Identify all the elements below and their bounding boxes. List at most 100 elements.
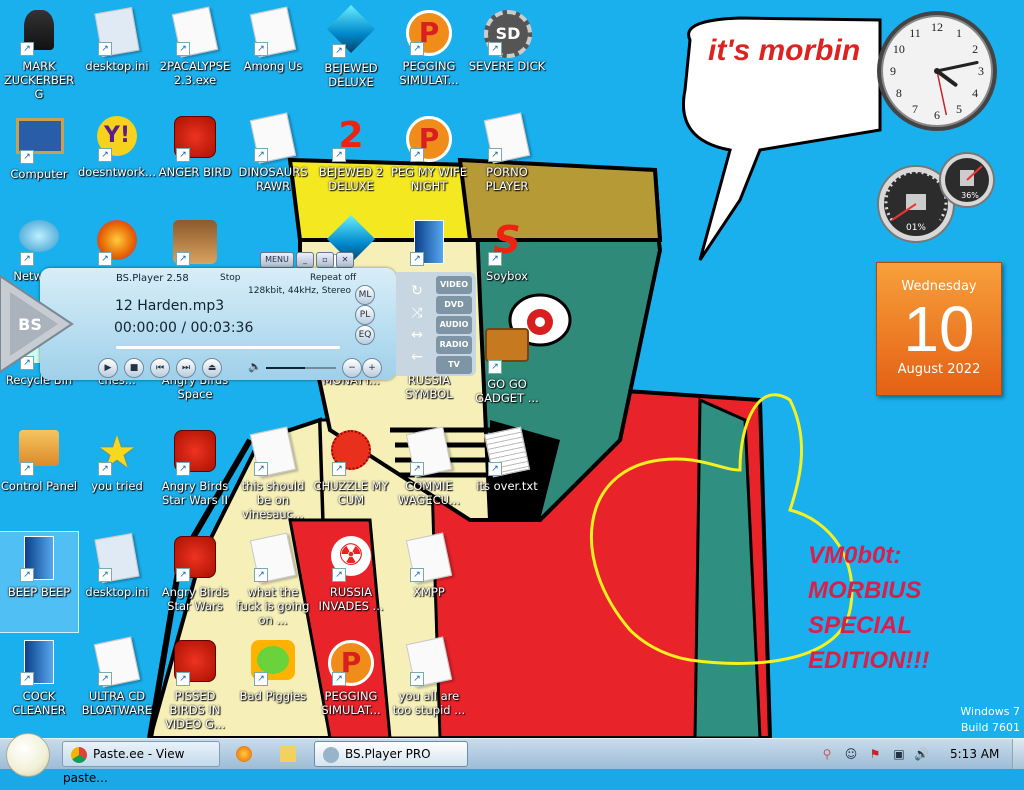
desktop-icon[interactable]: P ↗ PEG MY WIFE NIGHT	[390, 112, 468, 212]
desktop-icon[interactable]: ↗ you all are too stupid ...	[390, 636, 468, 736]
cpu-meter-gadget[interactable]: 01% 36%	[872, 148, 1002, 244]
restore-button[interactable]: ▫	[316, 252, 334, 268]
speaker-icon[interactable]: 🔈	[248, 360, 262, 373]
desktop-icon[interactable]: ★ ↗ you tried	[78, 426, 156, 526]
desktop-icon[interactable]: ☢ ↗ RUSSIA INVADES ...	[312, 532, 390, 632]
shuffle-icon[interactable]: ⤨	[404, 304, 430, 322]
volume-icon[interactable]: 🔊	[914, 747, 929, 761]
desktop-icon-label: PISSED BIRDS IN VIDEO G...	[165, 689, 225, 731]
desktop-icon[interactable]: ↗ Bad Piggies	[234, 636, 312, 736]
clock-gadget[interactable]: 1234567891011 12	[874, 8, 1000, 134]
desktop-icon[interactable]: ↗ XMPP	[390, 532, 468, 632]
bsplayer-logo: BS	[0, 274, 74, 374]
desktop-icon[interactable]: ↗ COCK CLEANER	[0, 636, 78, 736]
tab-radio[interactable]: RADIO	[436, 336, 472, 354]
caption-line: SPECIAL	[808, 612, 913, 639]
shortcut-arrow-icon: ↗	[410, 462, 424, 476]
close-button[interactable]: ✕	[336, 252, 354, 268]
media-library-button[interactable]: ML	[355, 285, 375, 305]
calendar-gadget[interactable]: Wednesday 10 August 2022	[876, 262, 1002, 396]
desktop-icon-label: Bad Piggies	[239, 689, 307, 703]
desktop-icon[interactable]: ↗ PISSED BIRDS IN VIDEO G...	[156, 636, 234, 736]
desktop-icon[interactable]: ↗ Among Us	[234, 6, 312, 106]
bsplayer-icon	[323, 746, 339, 763]
desktop-icon[interactable]: ↗ desktop.ini	[78, 532, 156, 632]
desktop-icon[interactable]: ↗ Computer	[0, 112, 78, 212]
minimize-button[interactable]: _	[296, 252, 314, 268]
desktop-icon[interactable]: ↗ what the fuck is going on ...	[234, 532, 312, 632]
desktop-icon[interactable]: P ↗ PEGGING SIMULAT...	[312, 636, 390, 736]
taskbar-item-firefox[interactable]	[228, 741, 258, 765]
desktop-icon[interactable]: ↗ Angry Birds Star Wars II	[156, 426, 234, 526]
desktop-icon[interactable]: ↗ its over.txt	[468, 426, 546, 526]
shortcut-arrow-icon: ↗	[488, 42, 502, 56]
desktop-icon-label: what the fuck is going on ...	[236, 585, 310, 627]
desktop-icon[interactable]: ↗ PORNO PLAYER	[468, 112, 546, 212]
repeat-icon[interactable]: ↻	[404, 282, 430, 300]
desktop-icon[interactable]: ↗ CHUZZLE MY CUM	[312, 426, 390, 526]
seek-bar[interactable]	[116, 346, 340, 349]
bsplayer-titlebar[interactable]: MENU _ ▫ ✕	[260, 252, 378, 268]
bsplayer-menu-button[interactable]: MENU	[260, 252, 294, 268]
desktop-icon-label: 2PACALYPSE 2.3.exe	[159, 59, 231, 87]
back-icon[interactable]: ←	[404, 348, 430, 366]
taskbar-item-bsplayer[interactable]: BS.Player PRO	[314, 741, 468, 767]
play-button[interactable]: ▶	[98, 358, 118, 378]
desktop-icon[interactable]: ↗ desktop.ini	[78, 6, 156, 106]
taskbar-item-explorer[interactable]	[272, 741, 302, 765]
desktop-icon[interactable]: ↗ COMMIE WAGECU...	[390, 426, 468, 526]
volume-slider[interactable]	[266, 367, 336, 369]
desktop-icon[interactable]: ↗ MARK ZUCKERBERG	[0, 6, 78, 106]
eject-button[interactable]: ⏏	[202, 358, 222, 378]
taskbar-item-chrome[interactable]: Paste.ee - View paste...	[62, 741, 220, 785]
desktop-icon[interactable]: ↗ Control Panel	[0, 426, 78, 526]
desktop-icon[interactable]: ↗ ULTRA CD BLOATWARE	[78, 636, 156, 736]
desktop-icon[interactable]: ↗ BEEP BEEP	[0, 531, 79, 633]
desktop-icon[interactable]: P ↗ PEGGING SIMULAT...	[390, 6, 468, 106]
desktop-icon[interactable]: ↗ Angry Birds Star Wars	[156, 532, 234, 632]
shortcut-arrow-icon: ↗	[410, 672, 424, 686]
desktop-icon[interactable]: Y! ↗ doesntwork...	[78, 112, 156, 212]
show-desktop-button[interactable]	[1012, 739, 1024, 769]
shortcut-arrow-icon: ↗	[254, 568, 268, 582]
shortcut-arrow-icon: ↗	[20, 252, 34, 266]
blank-file-icon: ↗	[405, 532, 453, 584]
desktop-icon[interactable]: S ↗ Soybox	[468, 216, 546, 316]
search-icon[interactable]: ⚲	[820, 747, 834, 761]
messenger-icon[interactable]: ☺	[844, 747, 858, 761]
start-button[interactable]	[6, 733, 50, 777]
desktop-icon[interactable]: ↗ DINOSAURS RAWR	[234, 112, 312, 212]
shortcut-arrow-icon: ↗	[488, 462, 502, 476]
clock-numeral: 3	[978, 64, 984, 78]
desktop-icon[interactable]: ↗ 2PACALYPSE 2.3.exe	[156, 6, 234, 106]
tab-video[interactable]: VIDEO	[436, 276, 472, 294]
next-button[interactable]: ⏭	[176, 358, 196, 378]
desktop-icon[interactable]: SD ↗ SEVERE DICK	[468, 6, 546, 106]
playlist-button[interactable]: PL	[355, 305, 375, 325]
windows-build: Build 7601	[960, 721, 1020, 734]
angry-bird-icon: ↗	[172, 536, 218, 582]
desktop-icon-label: ANGER BIRD	[158, 165, 232, 179]
desktop-icon[interactable]: ↗ GO GO GADGET ...	[468, 320, 546, 420]
tab-dvd[interactable]: DVD	[436, 296, 472, 314]
tab-tv[interactable]: TV	[436, 356, 472, 374]
stop-button[interactable]: ■	[124, 358, 144, 378]
taskbar-clock[interactable]: 5:13 AM	[950, 747, 999, 761]
equalizer-button[interactable]: EQ	[355, 325, 375, 345]
desktop-icon[interactable]: ↗ this should be on vinesauc...	[234, 426, 312, 526]
network-icon[interactable]: ▣	[892, 747, 906, 761]
loop-icon[interactable]: ↔	[404, 326, 430, 344]
previous-button[interactable]: ⏮	[150, 358, 170, 378]
desktop-icon-label: Angry Birds Star Wars II	[161, 479, 229, 507]
desktop-icon[interactable]: 2 ↗ BEJEWED 2 DELUXE	[312, 112, 390, 212]
desktop[interactable]: ↗ MARK ZUCKERBERG ↗ desktop.ini ↗ 2PACALYPSE …	[0, 0, 1024, 738]
desktop-icon[interactable]: ↗ ANGER BIRD	[156, 112, 234, 212]
repeat-status: Repeat off	[310, 273, 357, 283]
volume-down-button[interactable]: −	[342, 358, 362, 378]
desktop-icon[interactable]: ↗ BEJEWED DELUXE	[312, 4, 390, 106]
shortcut-arrow-icon: ↗	[254, 148, 268, 162]
volume-up-button[interactable]: +	[362, 358, 382, 378]
tab-audio[interactable]: AUDIO	[436, 316, 472, 334]
action-center-flag-icon[interactable]: ⚑	[868, 747, 882, 761]
bsplayer-window[interactable]: BS.Player 2.58 Stop Repeat off 128kbit, …	[0, 268, 476, 380]
